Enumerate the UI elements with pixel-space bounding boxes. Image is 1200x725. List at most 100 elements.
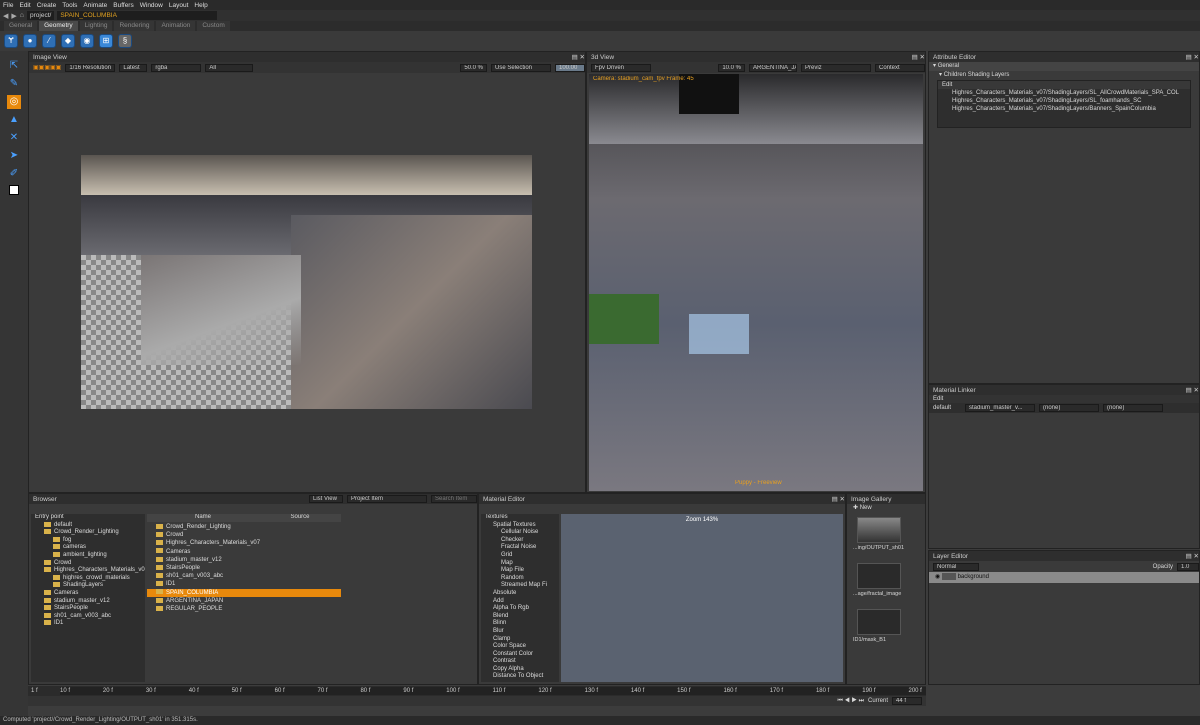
back-icon[interactable]: ◀: [3, 12, 8, 20]
display-icons[interactable]: ▣▣▣▣▣: [33, 64, 61, 71]
tab-animation[interactable]: Animation: [156, 21, 196, 31]
linker-material-dropdown[interactable]: stadium_master_v...: [965, 404, 1035, 412]
globe-icon[interactable]: ◉: [80, 34, 94, 48]
tree-item[interactable]: Cameras: [31, 589, 145, 598]
node-item[interactable]: Spatial Textures: [481, 522, 559, 530]
selection-dropdown[interactable]: Use Selection: [491, 63, 551, 72]
timeline[interactable]: 1 f 10 f 20 f 30 f 40 f 50 f 60 f 70 f 80 f 90 f…: [28, 686, 926, 696]
gallery-item[interactable]: ...ing/OUTPUT_sh01: [853, 517, 919, 559]
node-item[interactable]: Streamed Map Fi: [481, 582, 559, 590]
node-item[interactable]: Add: [481, 598, 559, 606]
list-view-dropdown[interactable]: List View: [309, 495, 343, 503]
node-item[interactable]: Map File: [481, 567, 559, 575]
list-item[interactable]: Cameras: [147, 548, 341, 556]
blend-mode-dropdown[interactable]: Normal: [933, 562, 979, 571]
node-item[interactable]: Contrast: [481, 658, 559, 666]
node-item[interactable]: Grid: [481, 552, 559, 560]
node-item[interactable]: Cellular Noise: [481, 529, 559, 537]
node-item[interactable]: Alpha To Rgb: [481, 605, 559, 613]
exposure-field[interactable]: 100.00: [555, 63, 585, 72]
panel-menu-icon[interactable]: ▤ ✕: [832, 495, 845, 503]
node-item[interactable]: Fractal Noise: [481, 544, 559, 552]
list-item[interactable]: Highres_Characters_Materials_v07: [147, 539, 341, 547]
viewport[interactable]: Camera: stadium_cam_fpv Frame: 45 Puppy …: [589, 74, 923, 491]
column-source[interactable]: Source: [259, 514, 341, 522]
tree-item[interactable]: sh01_cam_v003_abc: [31, 612, 145, 621]
shading-layer-item[interactable]: Highres_Characters_Materials_v07/Shading…: [938, 105, 1190, 113]
home-icon[interactable]: ⌂: [20, 12, 24, 19]
brush-icon[interactable]: ✐: [7, 167, 21, 181]
gallery-new-button[interactable]: ✚ New: [847, 504, 925, 513]
linker-row[interactable]: default stadium_master_v... (none) (none…: [929, 403, 1199, 413]
camera-dropdown[interactable]: Fpv Driven: [591, 63, 651, 72]
children-shading-section[interactable]: ▾ Children Shading Layers: [929, 71, 1199, 80]
tree-item[interactable]: Entry point: [31, 514, 145, 522]
playback-icons[interactable]: ⏮ ◀ ▶ ⏭: [837, 698, 864, 705]
column-name[interactable]: Name: [147, 514, 259, 522]
linker-edit-button[interactable]: Edit: [929, 395, 1199, 403]
tree-item[interactable]: Highres_Characters_Materials_v07: [31, 567, 145, 575]
pen-icon[interactable]: ✎: [7, 77, 21, 91]
current-frame-field[interactable]: 44 f: [892, 697, 922, 705]
list-item[interactable]: ID1: [147, 580, 341, 588]
shot-dropdown[interactable]: ARGENTINA_JAPA: [749, 63, 797, 72]
tree-item[interactable]: fog: [31, 536, 145, 545]
linker-slot2-dropdown[interactable]: (none): [1103, 404, 1163, 412]
menu-item-tools[interactable]: Tools: [62, 2, 77, 9]
node-item[interactable]: Random: [481, 575, 559, 583]
select-icon[interactable]: ⇱: [7, 59, 21, 73]
diamond-icon[interactable]: ◆: [61, 34, 75, 48]
project-path[interactable]: project/: [27, 11, 55, 20]
node-item[interactable]: Constant Color: [481, 651, 559, 659]
cursor-icon[interactable]: ◎: [7, 95, 21, 109]
selected-path[interactable]: SPAIN_COLUMBIA: [57, 11, 218, 20]
list-item[interactable]: ARGENTINA_JAPAN: [147, 597, 341, 605]
tree-item[interactable]: ShadingLayers: [31, 582, 145, 590]
search-input[interactable]: Search Item: [431, 495, 477, 503]
edit-button[interactable]: Edit: [938, 81, 1190, 89]
list-item[interactable]: REGULAR_PEOPLE: [147, 605, 341, 613]
gallery-item[interactable]: ...age/fractal_image: [853, 563, 919, 605]
list-item[interactable]: Crowd: [147, 531, 341, 539]
channels-dropdown[interactable]: rgba: [151, 63, 202, 72]
node-item[interactable]: Map: [481, 560, 559, 568]
node-item[interactable]: Textures: [481, 514, 559, 522]
pointer-icon[interactable]: ➤: [7, 149, 21, 163]
tree-item[interactable]: StairsPeople: [31, 605, 145, 613]
eye-icon[interactable]: ◉: [935, 574, 940, 580]
node-item[interactable]: Copy Alpha: [481, 666, 559, 674]
panel-menu-icon[interactable]: ▤ ✕: [1186, 386, 1199, 394]
node-item[interactable]: Blinn: [481, 620, 559, 628]
timeline-ruler[interactable]: 10 f 20 f 30 f 40 f 50 f 60 f 70 f 80 f 90 f 100 …: [60, 687, 926, 695]
menu-item-buffers[interactable]: Buffers: [113, 2, 133, 9]
forward-icon[interactable]: ▶: [11, 12, 16, 20]
tab-general[interactable]: General: [4, 21, 38, 31]
tree-item[interactable]: ID1: [31, 620, 145, 628]
scale-icon[interactable]: ✕: [7, 131, 21, 145]
shading-layer-item[interactable]: Highres_Characters_Materials_v07/Shading…: [938, 97, 1190, 105]
panel-menu-icon[interactable]: ▤ ✕: [1186, 53, 1199, 61]
list-item[interactable]: SPAIN_COLUMBIA: [147, 588, 341, 597]
tree-item[interactable]: cameras: [31, 544, 145, 552]
menu-item-file[interactable]: File: [3, 2, 13, 9]
panel-menu-icon[interactable]: ▤ ✕: [1186, 552, 1199, 560]
node-item[interactable]: Clamp: [481, 636, 559, 644]
opacity-field[interactable]: 1.0: [1177, 562, 1199, 571]
gallery-item[interactable]: ID1/mask_B1: [853, 609, 919, 651]
script-icon[interactable]: §: [118, 34, 132, 48]
menu-item-window[interactable]: Window: [140, 2, 163, 9]
render-image[interactable]: [81, 155, 532, 409]
list-item[interactable]: stadium_master_v12: [147, 556, 341, 564]
list-item[interactable]: Crowd_Render_Lighting: [147, 523, 341, 531]
menu-item-animate[interactable]: Animate: [83, 2, 107, 9]
layer-row[interactable]: ◉ background: [929, 572, 1199, 583]
tree-item[interactable]: highres_crowd_materials: [31, 574, 145, 583]
list-item[interactable]: sh01_cam_v003_abc: [147, 572, 341, 580]
context-dropdown[interactable]: Context: [875, 63, 925, 72]
tree-item[interactable]: Crowd: [31, 559, 145, 568]
node-item[interactable]: Blend: [481, 613, 559, 621]
node-item[interactable]: Color Space: [481, 643, 559, 651]
shading-layer-item[interactable]: Highres_Characters_Materials_v07/Shading…: [938, 89, 1190, 97]
color-swatch-icon[interactable]: [9, 185, 19, 195]
layer-dropdown[interactable]: All: [205, 63, 254, 72]
